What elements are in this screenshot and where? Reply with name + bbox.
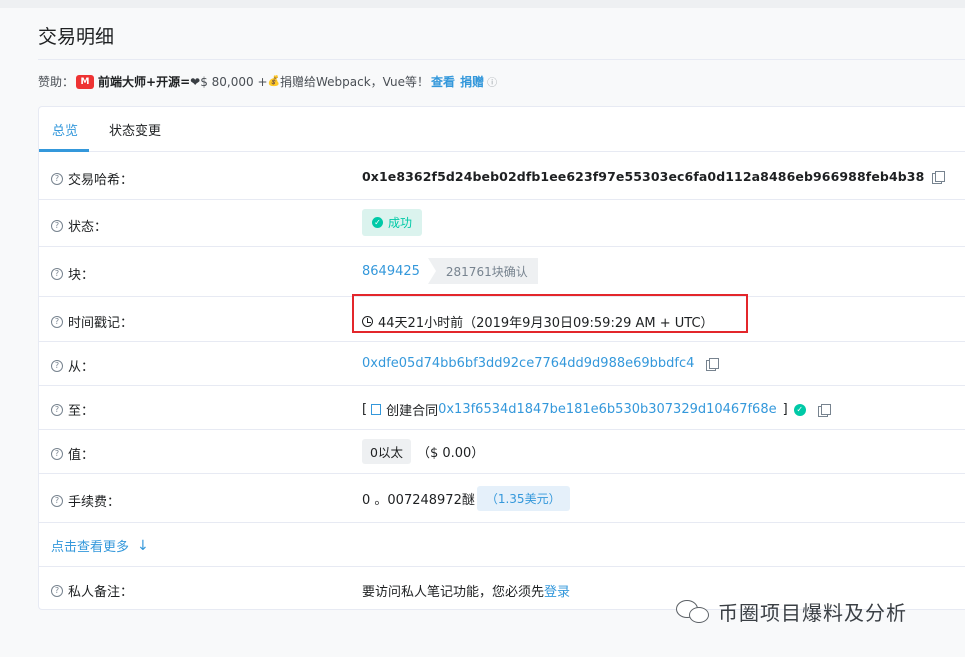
private-note-text: 要访问私人笔记功能，您必须先 [362, 585, 545, 600]
watermark-text: 币圈项目爆料及分析 [718, 601, 907, 625]
from-value-wrap: 0xdfe05d74bb6bf3dd92ce7764dd9d988e69bbdf… [362, 356, 720, 371]
see-more-link[interactable]: 点击查看更多 ↓ [51, 536, 149, 556]
value-usd: （$ 0.00） [416, 446, 485, 461]
row-value: ? 值： 0以太 （$ 0.00） [39, 430, 965, 474]
question-icon[interactable]: ? [51, 359, 63, 372]
sponsor-banner: 赞助： M 前端大师+开源= ❤ $ 80,000 + 💰 捐赠给Webpack… [38, 73, 497, 90]
copy-icon[interactable] [706, 357, 720, 371]
tab-overview[interactable]: 总览 [52, 120, 78, 139]
question-icon[interactable]: ? [51, 172, 63, 185]
timestamp-label: ? 时间戳记： [51, 312, 133, 331]
tab-state-changes[interactable]: 状态变更 [109, 120, 161, 139]
fee-value-wrap: 0 。007248972醚 （1.35美元） [362, 486, 570, 511]
sponsor-headline: 前端大师+开源= [98, 75, 191, 89]
tx-hash-label-text: 交易哈希： [68, 173, 134, 188]
private-note-value-wrap: 要访问私人笔记功能，您必须先 登录 [362, 581, 570, 600]
fee-label-text: 手续费： [68, 495, 121, 510]
copy-icon[interactable] [817, 403, 831, 417]
block-number-link[interactable]: 8649425 [362, 264, 420, 279]
status-badge: ✓ 成功 [362, 209, 423, 236]
title-divider [38, 59, 965, 60]
row-fee: ? 手续费： 0 。007248972醚 （1.35美元） [39, 474, 965, 523]
row-tx-hash: ? 交易哈希： 0x1e8362f5d24beb02dfb1ee623f97e5… [39, 153, 965, 200]
block-confirmations-badge: 281761块确认 [427, 258, 538, 284]
tx-hash-label: ? 交易哈希： [51, 169, 133, 188]
copy-icon[interactable] [932, 170, 946, 184]
sponsor-logo-icon: M [76, 74, 95, 89]
row-status: ? 状态： ✓ 成功 [39, 200, 965, 247]
block-label: ? 块： [51, 264, 94, 283]
row-to: ? 至： [ 创建合同 0x13f6534d1847be181e6b530b30… [39, 386, 965, 430]
sponsor-description: 捐赠给Webpack，Vue等！ [279, 75, 430, 89]
question-icon[interactable]: ? [51, 584, 63, 597]
heart-icon: ❤ [190, 74, 201, 89]
from-label: ? 从： [51, 356, 94, 375]
question-icon[interactable]: ? [51, 494, 63, 507]
see-more-text: 点击查看更多 [51, 540, 130, 555]
question-icon[interactable]: ? [51, 315, 63, 328]
block-label-text: 块： [68, 268, 95, 283]
to-bracket-open: [ [362, 402, 368, 417]
page-title: 交易明细 [38, 26, 115, 48]
status-value-wrap: ✓ 成功 [362, 209, 423, 236]
status-label-text: 状态： [68, 220, 108, 235]
row-from: ? 从： 0xdfe05d74bb6bf3dd92ce7764dd9d988e6… [39, 342, 965, 386]
to-label: ? 至： [51, 400, 94, 419]
top-bar-edge [0, 0, 965, 8]
tab-bar: 总览 状态变更 [39, 107, 965, 152]
sponsor-prefix: 赞助： [38, 75, 75, 89]
row-see-more: 点击查看更多 ↓ [39, 523, 965, 567]
fee-label: ? 手续费： [51, 491, 120, 510]
active-tab-indicator [39, 149, 89, 152]
from-label-text: 从： [68, 360, 95, 375]
timestamp-highlight-box [352, 294, 748, 333]
sponsor-donate-link[interactable]: 捐赠 [460, 73, 484, 90]
fee-amount: 0 。007248972醚 [362, 493, 475, 508]
to-label-text: 至： [68, 404, 95, 419]
money-bag-icon: 💰 [267, 76, 280, 87]
question-icon[interactable]: ? [51, 447, 63, 460]
tx-hash-value-wrap: 0x1e8362f5d24beb02dfb1ee623f97e55303ec6f… [362, 169, 946, 184]
tx-hash-value: 0x1e8362f5d24beb02dfb1ee623f97e55303ec6f… [362, 169, 925, 184]
status-label: ? 状态： [51, 216, 107, 235]
block-value-wrap: 8649425 281761块确认 [362, 258, 538, 284]
login-link[interactable]: 登录 [544, 581, 570, 600]
transaction-card: 总览 状态变更 ? 交易哈希： 0x1e8362f5d24beb02dfb1ee… [38, 106, 965, 610]
check-circle-icon: ✓ [372, 217, 383, 228]
private-note-label: ? 私人备注： [51, 581, 133, 600]
contract-file-icon [371, 404, 382, 415]
sponsor-amount: $ 80,000 + [200, 74, 268, 89]
fee-usd-badge: （1.35美元） [476, 486, 570, 511]
private-note-label-text: 私人备注： [68, 585, 134, 600]
question-icon[interactable]: ? [51, 267, 63, 280]
question-icon[interactable]: ? [51, 403, 63, 416]
watermark: 币圈项目爆料及分析 [676, 597, 907, 626]
wechat-icon [676, 598, 712, 626]
timestamp-label-text: 时间戳记： [68, 316, 134, 331]
to-value-wrap: [ 创建合同 0x13f6534d1847be181e6b530b307329d… [362, 400, 831, 419]
value-label-text: 值： [68, 448, 95, 463]
question-icon[interactable]: ? [51, 219, 63, 232]
status-text: 成功 [388, 216, 413, 230]
from-address-link[interactable]: 0xdfe05d74bb6bf3dd92ce7764dd9d988e69bbdf… [362, 356, 694, 371]
verified-check-icon: ✓ [793, 403, 806, 416]
row-block: ? 块： 8649425 281761块确认 [39, 247, 965, 297]
info-icon[interactable]: ⓘ [487, 74, 497, 89]
arrow-down-icon: ↓ [137, 537, 149, 554]
value-value-wrap: 0以太 （$ 0.00） [362, 439, 484, 464]
contract-address-link[interactable]: 0x13f6534d1847be181e6b530b307329d10467f6… [438, 402, 777, 417]
transaction-details-page: 交易明细 赞助： M 前端大师+开源= ❤ $ 80,000 + 💰 捐赠给We… [0, 0, 965, 657]
value-amount: 0以太 [362, 439, 411, 464]
to-bracket-close: ] [782, 402, 788, 417]
sponsor-view-link[interactable]: 查看 [431, 73, 455, 90]
value-label: ? 值： [51, 444, 94, 463]
to-prefix: 创建合同 [386, 404, 439, 419]
